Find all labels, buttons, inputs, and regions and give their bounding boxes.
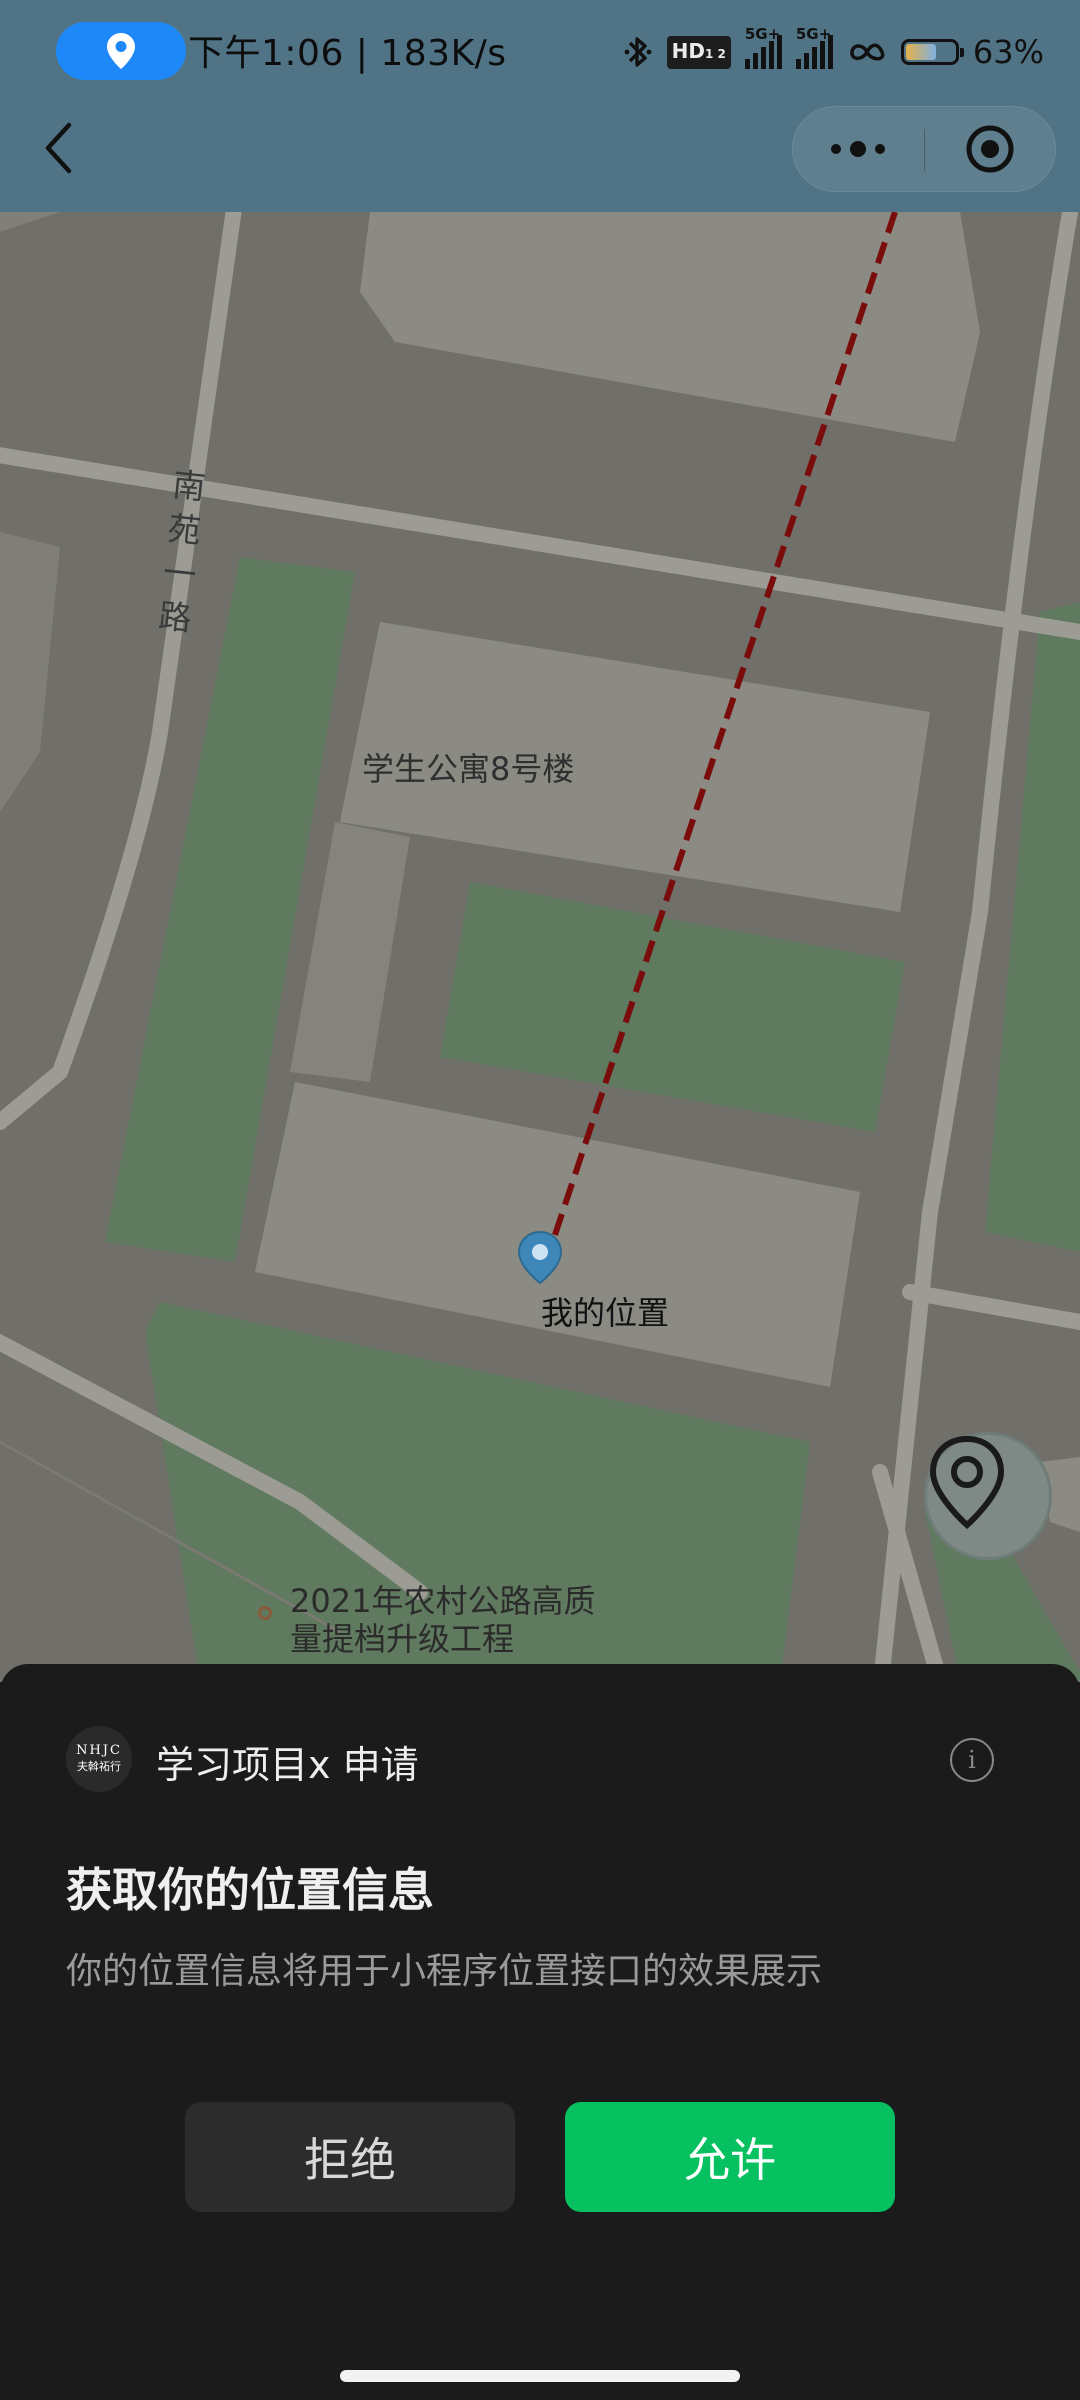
bluetooth-icon xyxy=(624,37,652,67)
relocate-button[interactable] xyxy=(924,1432,1052,1560)
permission-description: 你的位置信息将用于小程序位置接口的效果展示 xyxy=(66,1951,823,1992)
top-bar: 下午1:06 | 183K/s HD1 2 5G+ 5G+ 63% xyxy=(0,0,1080,212)
more-options-button[interactable] xyxy=(793,107,923,191)
location-indicator-pill[interactable] xyxy=(56,22,186,80)
location-pin-icon xyxy=(107,33,135,69)
battery-percent: 63% xyxy=(972,33,1044,71)
green-space xyxy=(440,882,905,1132)
back-button[interactable] xyxy=(36,118,80,178)
status-icons: HD1 2 5G+ 5G+ 63% xyxy=(623,24,1044,80)
link-loop-icon xyxy=(850,43,885,61)
battery-fill xyxy=(905,44,936,60)
deny-button[interactable]: 拒绝 xyxy=(185,2102,515,2212)
map-canvas xyxy=(0,212,1080,1682)
chevron-left-icon xyxy=(45,122,72,174)
home-indicator[interactable] xyxy=(340,2370,740,2382)
map-pin-outline-icon xyxy=(929,1435,1005,1529)
poi-label: 2021年农村公路高质量提档升级工程 xyxy=(290,1582,596,1658)
allow-button[interactable]: 允许 xyxy=(565,2102,895,2212)
building-label: 学生公寓8号楼 xyxy=(362,750,575,788)
target-close-icon xyxy=(966,125,1014,173)
signal-strength-sim1-icon: 5G+ xyxy=(744,25,782,69)
signal-strength-sim2-icon: 5G+ xyxy=(795,25,833,69)
app-request-title: 学习项目x 申请 xyxy=(156,1743,419,1787)
miniprogram-capsule xyxy=(792,106,1056,192)
app-avatar: NHJC 夫斡祏行 xyxy=(66,1726,132,1792)
close-miniprogram-button[interactable] xyxy=(925,107,1055,191)
map-view[interactable]: 南苑一路 学生公寓8号楼 我的位置 2021年农村公路高质量提档升级工程 xyxy=(0,212,1080,1682)
hd-voice-icon: HD1 2 xyxy=(666,35,731,69)
poi-marker-icon xyxy=(258,1606,272,1620)
status-time: 下午1:06 | 183K/s xyxy=(188,33,507,74)
battery-icon xyxy=(900,39,964,65)
permission-title: 获取你的位置信息 xyxy=(66,1863,434,1917)
info-icon[interactable]: i xyxy=(950,1738,994,1782)
my-location-label: 我的位置 xyxy=(541,1294,670,1332)
location-permission-sheet: NHJC 夫斡祏行 学习项目x 申请 i 获取你的位置信息 你的位置信息将用于小… xyxy=(0,1664,1080,2400)
more-dots-icon xyxy=(831,141,885,157)
